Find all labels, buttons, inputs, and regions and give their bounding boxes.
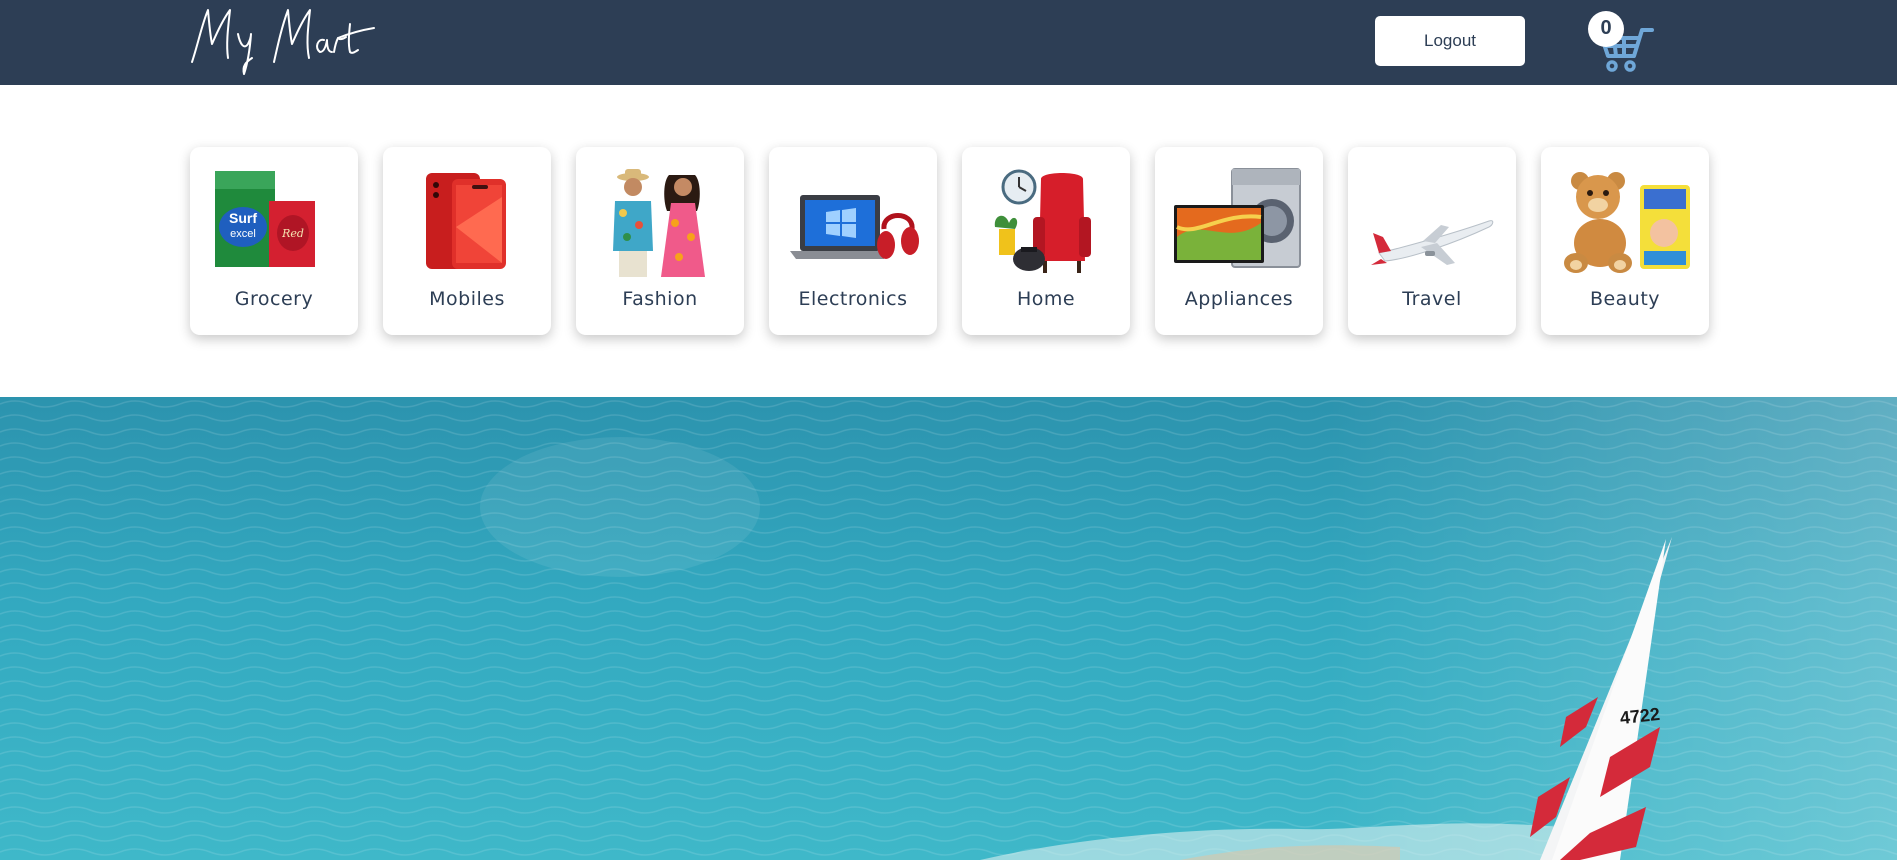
fashion-models-image	[613, 169, 705, 277]
category-label: Home	[1016, 288, 1076, 310]
category-label: Fashion	[622, 288, 698, 310]
category-label: Grocery	[234, 288, 314, 310]
airplane-image	[1371, 220, 1494, 265]
category-card-travel[interactable]: Travel	[1348, 147, 1516, 335]
category-card-mobiles[interactable]: Mobiles	[383, 147, 551, 335]
category-label: Mobiles	[429, 288, 505, 310]
category-label: Electronics	[798, 288, 908, 310]
hero-banner: 4722	[0, 397, 1897, 860]
home-furniture-image	[994, 169, 1091, 273]
category-card-appliances[interactable]: Appliances	[1155, 147, 1323, 335]
cart-count-badge: 0	[1588, 11, 1624, 47]
svg-text:Surf: Surf	[229, 210, 257, 226]
teddy-bear-diapers-image	[1564, 172, 1690, 273]
category-card-grocery[interactable]: Surf excel Red Grocery	[190, 147, 358, 335]
my-mart-logo[interactable]	[188, 4, 378, 76]
category-label: Travel	[1402, 288, 1462, 310]
category-card-home[interactable]: Home	[962, 147, 1130, 335]
cart-button[interactable]: 0	[1586, 10, 1656, 76]
navbar: Logout 0	[0, 0, 1897, 85]
category-strip: Surf excel Red Grocery Mobiles Fashion E…	[190, 147, 1710, 335]
grocery-products-image: Surf excel Red	[215, 171, 315, 267]
category-card-beauty[interactable]: Beauty	[1541, 147, 1709, 335]
sea-sailboat-image: 4722	[0, 397, 1897, 860]
svg-text:excel: excel	[230, 228, 256, 240]
sail-number: 4722	[1619, 704, 1661, 728]
laptop-headphones-image	[790, 195, 919, 259]
svg-text:Red: Red	[281, 227, 304, 240]
logout-button[interactable]: Logout	[1375, 16, 1525, 66]
category-card-electronics[interactable]: Electronics	[769, 147, 937, 335]
category-label: Beauty	[1589, 288, 1661, 310]
category-label: Appliances	[1184, 288, 1294, 310]
category-card-fashion[interactable]: Fashion	[576, 147, 744, 335]
mobile-phone-image	[426, 173, 506, 269]
tv-washing-machine-image	[1174, 168, 1301, 268]
